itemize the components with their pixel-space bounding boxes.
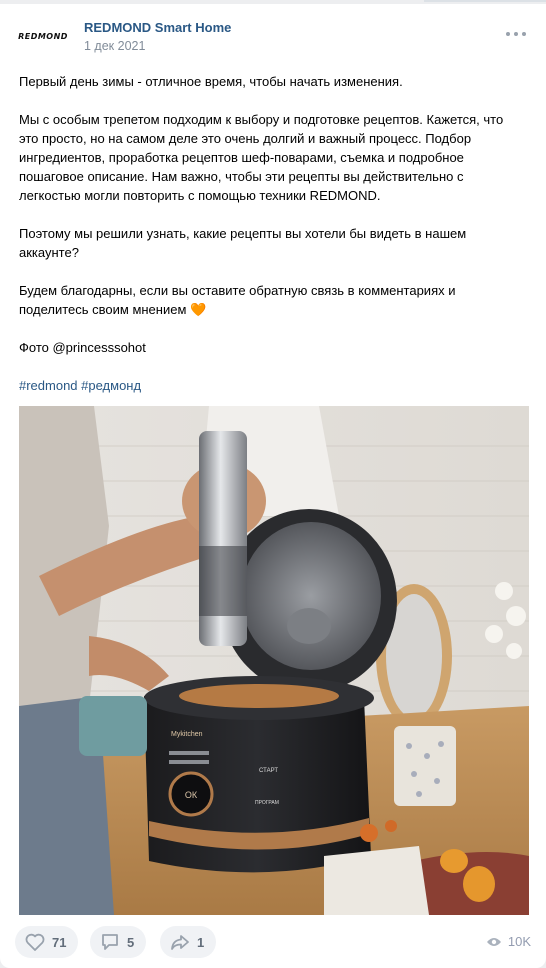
author-name[interactable]: REDMOND Smart Home [84, 20, 231, 35]
likes-count: 71 [52, 934, 67, 950]
paragraph-4: Будем благодарны, если вы оставите обрат… [19, 281, 524, 319]
comment-button[interactable]: 5 [90, 926, 147, 958]
orange-heart-icon: 🧡 [190, 302, 207, 317]
cooker-start-label: СТАРТ [259, 768, 278, 774]
paragraph-3: Поэтому мы решили узнать, какие рецепты … [19, 226, 467, 260]
like-button[interactable]: 71 [15, 926, 79, 958]
post-header: REDMOND REDMOND Smart Home 1 дек 2021 [18, 14, 528, 58]
post-photo[interactable]: ОК Mykitchen СТАРТ ПРОГРАМ [19, 406, 529, 915]
shares-count: 1 [197, 934, 205, 950]
share-button[interactable]: 1 [160, 926, 217, 958]
more-options-icon[interactable] [506, 30, 526, 38]
post-actions: 71 5 1 10K [15, 926, 531, 959]
post-text: Первый день зимы - отличное время, чтобы… [19, 72, 524, 414]
post-card: REDMOND REDMOND Smart Home 1 дек 2021 Пе… [0, 0, 546, 968]
paragraph-1: Первый день зимы - отличное время, чтобы… [19, 74, 403, 89]
photo-credit: Фото @princesssohot [19, 340, 146, 355]
share-icon [171, 935, 189, 950]
heart-icon [25, 933, 45, 951]
post-date[interactable]: 1 дек 2021 [84, 39, 145, 53]
views-count: 10K [507, 934, 531, 949]
community-avatar[interactable]: REDMOND [18, 14, 68, 58]
hashtags[interactable]: #redmond #редмонд [19, 376, 524, 395]
cooker-program-label: ПРОГРАМ [255, 800, 279, 806]
cooker-ok-label: ОК [185, 790, 198, 800]
eye-icon [486, 937, 501, 946]
top-divider [0, 0, 546, 4]
cooker-brand-label: Mykitchen [171, 731, 203, 738]
comment-icon [102, 934, 118, 950]
redmond-logo: REDMOND [18, 31, 68, 41]
top-tab-indicator [424, 0, 546, 2]
views-counter: 10K [486, 934, 531, 949]
kitchen-photo-illustration: ОК Mykitchen СТАРТ ПРОГРАМ [19, 406, 529, 915]
paragraph-2: Мы с особым трепетом подходим к выбору и… [19, 112, 504, 203]
comments-count: 5 [127, 934, 135, 950]
paragraph-4-text: Будем благодарны, если вы оставите обрат… [19, 283, 456, 317]
